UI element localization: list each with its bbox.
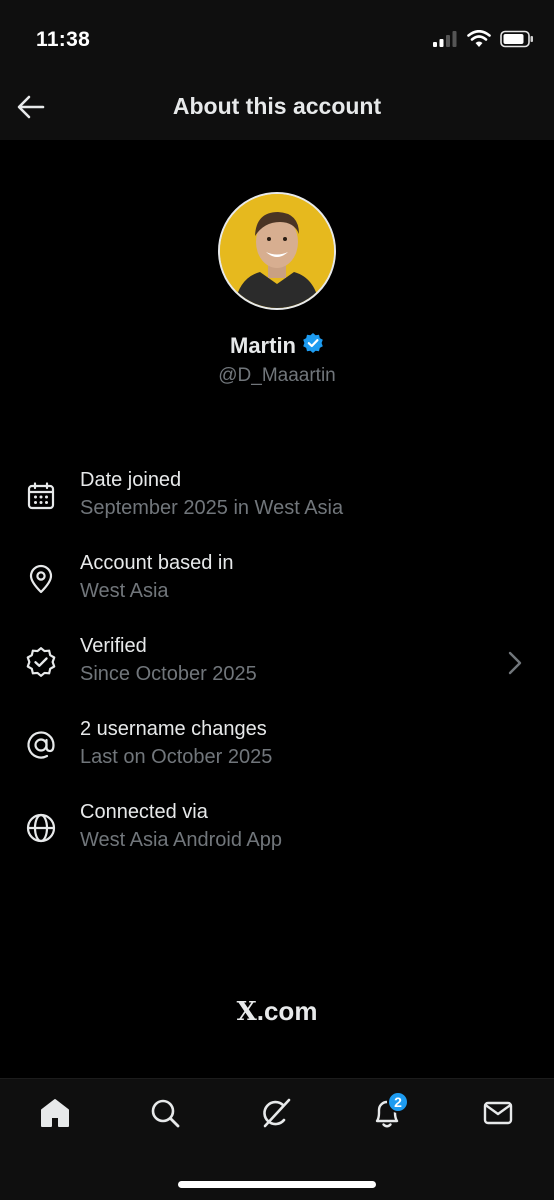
app-screen: 11:38 About this account Martin @D_Maaar… — [0, 0, 554, 1200]
location-pin-icon — [24, 562, 58, 596]
header-bar: About this account — [0, 80, 554, 140]
brand-suffix: .com — [256, 996, 318, 1026]
profile-handle: @D_Maaartin — [218, 365, 336, 386]
info-title: 2 username changes — [80, 718, 267, 740]
search-icon — [149, 1097, 181, 1134]
home-icon — [38, 1097, 72, 1134]
name-row: Martin — [0, 332, 554, 359]
info-title: Verified — [80, 635, 147, 657]
tab-home[interactable] — [25, 1093, 85, 1137]
chevron-right-icon — [504, 648, 526, 678]
info-item-account-based-in: Account based in West Asia — [0, 541, 554, 624]
status-bar: 11:38 — [0, 0, 554, 80]
verified-badge-icon — [24, 645, 58, 679]
status-icons — [432, 29, 534, 53]
tab-grok[interactable] — [246, 1093, 306, 1137]
info-item-verified[interactable]: Verified Since October 2025 — [0, 624, 554, 707]
avatar[interactable] — [218, 192, 336, 310]
info-subtitle: Last on October 2025 — [80, 746, 273, 768]
globe-icon — [24, 811, 58, 845]
home-indicator — [178, 1181, 376, 1188]
battery-icon — [500, 30, 534, 53]
info-subtitle: Since October 2025 — [80, 663, 257, 685]
info-item-username-changes: 2 username changes Last on October 2025 — [0, 707, 554, 790]
profile-name: Martin — [230, 332, 296, 358]
tab-messages[interactable] — [468, 1093, 528, 1137]
status-time: 11:38 — [36, 28, 91, 51]
account-info-list: Date joined September 2025 in West Asia … — [0, 458, 554, 873]
x-logo: X — [236, 997, 257, 1027]
tab-notifications[interactable]: 2 — [357, 1091, 417, 1137]
x-com-brand: X.com — [0, 996, 554, 1027]
info-item-connected-via: Connected via West Asia Android App — [0, 790, 554, 873]
notification-count-badge: 2 — [387, 1091, 409, 1113]
profile-section: Martin @D_Maaartin — [0, 192, 554, 387]
info-title: Account based in — [80, 552, 234, 574]
grok-icon — [259, 1096, 293, 1135]
info-subtitle: West Asia Android App — [80, 829, 282, 851]
at-sign-icon — [24, 728, 58, 762]
info-title: Date joined — [80, 469, 182, 491]
verified-checkmark-icon — [302, 332, 324, 359]
info-item-date-joined: Date joined September 2025 in West Asia — [0, 458, 554, 541]
calendar-icon — [24, 479, 58, 513]
messages-envelope-icon — [482, 1099, 514, 1132]
info-subtitle: September 2025 in West Asia — [80, 497, 344, 519]
cellular-signal-icon — [432, 30, 458, 53]
tab-search[interactable] — [135, 1093, 195, 1137]
page-title: About this account — [172, 93, 382, 119]
info-title: Connected via — [80, 801, 208, 823]
wifi-icon — [467, 29, 491, 53]
info-subtitle: West Asia — [80, 580, 169, 602]
